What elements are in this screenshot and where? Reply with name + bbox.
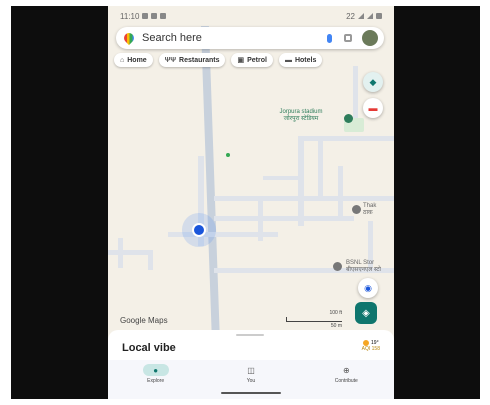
home-icon: ⌂	[120, 56, 125, 64]
directions-button[interactable]: ◈	[355, 302, 377, 324]
signal-icon	[367, 13, 373, 19]
chip-label: Petrol	[247, 56, 267, 64]
stadium-label[interactable]: Jorpura stadium जोरपुरा स्टेडियम	[256, 109, 346, 123]
thak-label[interactable]: Thak ठाक	[363, 203, 393, 217]
notification-icon	[160, 13, 167, 19]
signal-icon	[358, 13, 364, 19]
road	[353, 66, 358, 126]
google-maps-watermark: Google Maps	[120, 316, 168, 325]
layers-button[interactable]: ◆	[363, 72, 383, 92]
road	[258, 201, 263, 241]
category-chips: ⌂ Home ΨΨ Restaurants ▣ Petrol ▬ Hotels	[114, 53, 394, 69]
search-bar[interactable]: Search here	[116, 27, 384, 49]
nav-contribute[interactable]: ⊕ Contribute	[316, 364, 376, 385]
gesture-bar[interactable]	[221, 392, 281, 394]
scale-ft: 100 ft	[329, 310, 342, 316]
directions-icon: ◈	[362, 307, 370, 319]
status-bar: 11:10 22	[108, 6, 394, 26]
notification-icon	[142, 13, 149, 19]
nav-label: Contribute	[334, 378, 358, 384]
layers-icon: ◆	[369, 76, 377, 87]
notification-icon	[151, 13, 158, 19]
plus-icon: ⊕	[342, 365, 350, 375]
pin-icon: ●	[142, 364, 169, 376]
mic-icon[interactable]	[327, 33, 332, 43]
road	[318, 141, 323, 201]
place-poi-icon[interactable]	[352, 205, 361, 214]
road	[148, 250, 153, 270]
chip-restaurants[interactable]: ΨΨ Restaurants	[158, 53, 226, 67]
road	[108, 250, 148, 255]
bookmark-icon: ◫	[247, 365, 255, 375]
green-marker-icon[interactable]	[226, 153, 230, 157]
aqi-badge: AQI 158	[361, 346, 380, 352]
status-time: 11:10	[120, 11, 140, 21]
sheet-title: Local vibe	[122, 342, 176, 354]
chip-label: Restaurants	[179, 56, 220, 64]
road	[118, 238, 123, 268]
avatar[interactable]	[362, 30, 378, 46]
restaurant-icon: ΨΨ	[164, 56, 177, 64]
maps-logo-icon	[121, 30, 137, 46]
battery-icon	[376, 13, 382, 19]
chip-home[interactable]: ⌂ Home	[114, 53, 153, 67]
scale-line	[286, 317, 342, 322]
scale-m: 50 m	[330, 323, 342, 329]
bottom-sheet[interactable]: Local vibe 19° AQI 158	[108, 330, 394, 360]
weather-widget[interactable]: 19° AQI 158	[362, 340, 380, 352]
status-right-text: 22	[346, 11, 355, 21]
chip-label: Hotels	[294, 56, 317, 64]
my-location-dot	[192, 223, 206, 237]
chip-hotels[interactable]: ▬ Hotels	[278, 53, 323, 67]
fuel-icon: ▣	[237, 57, 245, 64]
bsnl-poi-icon[interactable]	[333, 262, 342, 271]
road	[298, 136, 304, 226]
nav-label: You	[246, 378, 256, 384]
hotel-icon: ▬	[284, 56, 292, 64]
phone-screen: Jorpura stadium जोरपुरा स्टेडियम Thak ठा…	[108, 6, 394, 399]
chip-label: Home	[127, 56, 147, 64]
lens-icon[interactable]	[344, 34, 352, 42]
nav-label: Explore	[147, 378, 165, 384]
stadium-poi-icon[interactable]	[344, 114, 353, 123]
scale-bar: 100 ft 50 m	[286, 310, 342, 329]
bsnl-label[interactable]: BSNL Stor बीएसएनएल स्टो	[346, 260, 394, 274]
crosshair-icon: ◉	[364, 282, 372, 293]
road	[338, 166, 343, 216]
road	[214, 216, 354, 221]
road	[214, 196, 394, 201]
nav-explore[interactable]: ● Explore	[126, 364, 186, 384]
road	[263, 176, 303, 180]
compass-icon: ▬	[368, 103, 378, 113]
nav-you[interactable]: ◫ You	[221, 364, 281, 385]
my-location-button[interactable]: ◉	[358, 278, 378, 298]
chip-petrol[interactable]: ▣ Petrol	[231, 53, 273, 67]
sheet-drag-handle[interactable]	[236, 334, 264, 336]
compass-button[interactable]: ▬	[363, 98, 383, 118]
search-placeholder[interactable]: Search here	[142, 32, 327, 44]
